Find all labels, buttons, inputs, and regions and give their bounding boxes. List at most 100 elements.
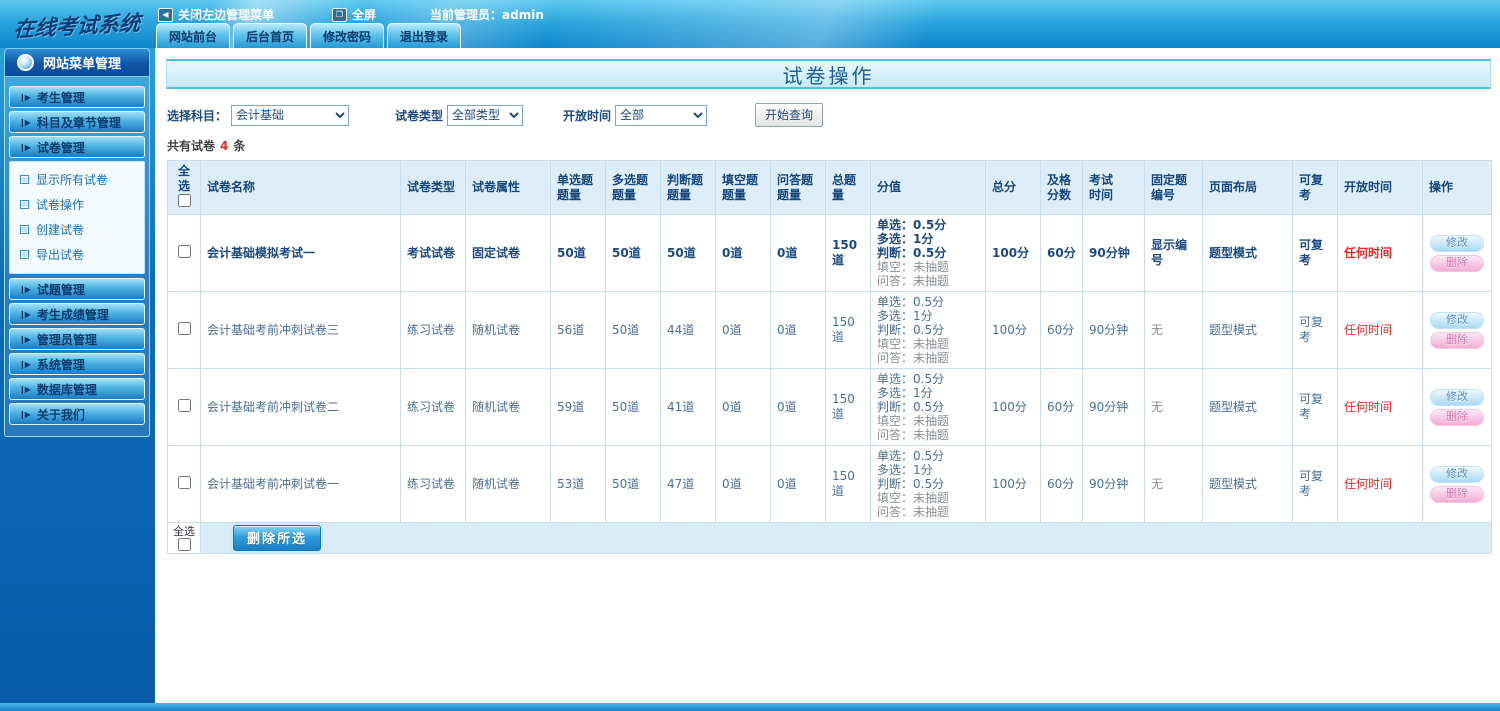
score-line: 判断：0.5分 — [877, 246, 947, 260]
open-time: 任何时间 — [1337, 368, 1423, 446]
cell-layout: 题型模式 — [1202, 368, 1293, 446]
sidebar-group-label: 关于我们 — [36, 407, 85, 422]
delete-button[interactable]: 删除 — [1430, 254, 1484, 272]
cell-total_q: 150道 — [825, 291, 871, 369]
table-footer-row: 全选 删除所选 — [167, 522, 1492, 554]
row-checkbox[interactable] — [177, 475, 191, 489]
score-line: 填空：未抽题 — [877, 414, 950, 428]
play-icon: ❙▶ — [19, 142, 31, 152]
fullscreen-icon: ❐ — [332, 7, 348, 22]
sidebar-group-4[interactable]: ❙▶ 考生成绩管理 — [9, 303, 145, 325]
open-time-select[interactable]: 全部 — [615, 104, 708, 126]
sidebar-subitem[interactable]: 创建试卷 — [20, 217, 144, 242]
edit-button[interactable]: 修改 — [1430, 388, 1484, 406]
page-title: 试卷操作 — [166, 59, 1491, 89]
paper-name: 会计基础考前冲刺试卷二 — [200, 368, 401, 446]
row-actions: 修改 删除 — [1422, 214, 1492, 292]
play-icon: ❙▶ — [19, 309, 31, 319]
cell-single: 59道 — [550, 368, 606, 446]
cell-time: 90分钟 — [1082, 445, 1145, 523]
close-left-menu-link[interactable]: ◀ 关闭左边管理菜单 — [158, 6, 274, 23]
select-all-checkbox[interactable] — [177, 194, 191, 207]
sidebar-submenu: 显示所有试卷 试卷操作 创建试卷 导出试卷 — [9, 161, 145, 274]
row-checkbox[interactable] — [177, 321, 191, 335]
score-line: 单选：0.5分 — [877, 449, 945, 463]
cell-retake: 可复考 — [1292, 214, 1338, 292]
score-line: 多选：1分 — [877, 463, 933, 477]
cell-total: 100分 — [985, 291, 1041, 369]
col-header-13: 考试 时间 — [1082, 160, 1145, 215]
cell-time: 90分钟 — [1082, 214, 1145, 292]
count-number: 4 — [220, 139, 229, 153]
admin-label: 当前管理员： — [430, 8, 503, 22]
list-square-icon — [20, 200, 29, 209]
sidebar-group-1[interactable]: ❙▶ 科目及章节管理 — [9, 111, 145, 133]
query-button[interactable]: 开始查询 — [755, 103, 824, 127]
row-actions: 修改 删除 — [1422, 368, 1492, 446]
current-admin: 当前管理员：admin — [430, 6, 544, 23]
cell-single: 50道 — [550, 214, 606, 292]
close-left-menu-label: 关闭左边管理菜单 — [178, 8, 275, 22]
count-prefix: 共有试卷 — [167, 139, 216, 153]
col-header-12: 及格 分数 — [1040, 160, 1083, 215]
sidebar-group-2[interactable]: ❙▶ 试卷管理 — [9, 136, 145, 158]
edit-button[interactable]: 修改 — [1430, 234, 1484, 252]
row-select-cell — [167, 291, 201, 369]
sidebar-group-label: 试题管理 — [36, 282, 85, 297]
edit-button[interactable]: 修改 — [1430, 465, 1484, 483]
tab-change-password[interactable]: 修改密码 — [310, 23, 385, 48]
cell-multi: 50道 — [605, 368, 661, 446]
edit-button[interactable]: 修改 — [1430, 311, 1484, 329]
row-checkbox[interactable] — [177, 244, 191, 258]
sidebar-group-8[interactable]: ❙▶ 关于我们 — [9, 403, 145, 425]
sidebar-subitem[interactable]: 试卷操作 — [20, 192, 144, 217]
delete-button[interactable]: 删除 — [1430, 408, 1484, 426]
sidebar-menu: ❙▶ 考生管理 ❙▶ 科目及章节管理 ❙▶ 试卷管理显示所有试卷 试卷操作 创建试卷 导出试卷 ❙… — [4, 77, 150, 437]
cell-fixed: 无 — [1144, 291, 1203, 369]
score-line: 多选：1分 — [877, 386, 933, 400]
fullscreen-link[interactable]: ❐ 全屏 — [332, 6, 376, 23]
cell-blank: 0道 — [715, 214, 771, 292]
tab-site-front[interactable]: 网站前台 — [156, 23, 231, 48]
score-line: 问答：未抽题 — [877, 428, 950, 442]
table-row-0: 会计基础模拟考试一 考试试卷 固定试卷 50道 50道 50道 0道 0道 150道 单选：0.5… — [167, 214, 1492, 292]
subject-select[interactable]: 会计基础 — [231, 104, 350, 126]
sidebar-group-7[interactable]: ❙▶ 数据库管理 — [9, 378, 145, 400]
sidebar-subitem[interactable]: 导出试卷 — [20, 242, 144, 267]
play-icon: ❙▶ — [19, 409, 31, 419]
sidebar-group-5[interactable]: ❙▶ 管理员管理 — [9, 328, 145, 350]
cell-qa: 0道 — [770, 214, 826, 292]
col-header-3: 试卷属性 — [465, 160, 551, 215]
select-all-label: 全选 — [177, 164, 190, 193]
footer-select-all-checkbox[interactable] — [177, 537, 191, 551]
sidebar-group-0[interactable]: ❙▶ 考生管理 — [9, 86, 145, 108]
col-header-5: 多选题 题量 — [605, 160, 661, 215]
cell-qa: 0道 — [770, 291, 826, 369]
score-breakdown: 单选：0.5分 多选：1分 判断：0.5分 填空：未抽题 问答：未抽题 — [870, 445, 986, 523]
play-icon: ❙▶ — [19, 334, 31, 344]
subject-filter-label: 选择科目： — [167, 108, 228, 123]
sidebar-group-6[interactable]: ❙▶ 系统管理 — [9, 353, 145, 375]
cell-total: 100分 — [985, 368, 1041, 446]
row-checkbox[interactable] — [177, 398, 191, 412]
cell-fixed: 无 — [1144, 368, 1203, 446]
cell-retake: 可复考 — [1292, 291, 1338, 369]
tab-logout[interactable]: 退出登录 — [387, 23, 462, 48]
cell-judge: 50道 — [660, 214, 716, 292]
topbar: 在线考试系统 ◀ 关闭左边管理菜单 ❐ 全屏 当前管理员：admin 网站前台 … — [0, 0, 1500, 48]
delete-selected-button[interactable]: 删除所选 — [233, 525, 322, 551]
tab-admin-home[interactable]: 后台首页 — [233, 23, 308, 48]
cell-total: 100分 — [985, 214, 1041, 292]
col-header-17: 开放时间 — [1337, 160, 1423, 215]
sidebar-group-3[interactable]: ❙▶ 试题管理 — [9, 278, 145, 300]
paper-type-select[interactable]: 全部类型 — [447, 104, 524, 126]
cell-layout: 题型模式 — [1202, 214, 1293, 292]
score-line: 判断：0.5分 — [877, 323, 945, 337]
cell-qa: 0道 — [770, 368, 826, 446]
delete-button[interactable]: 删除 — [1430, 331, 1484, 349]
delete-button[interactable]: 删除 — [1430, 485, 1484, 503]
sidebar-subitem[interactable]: 显示所有试卷 — [20, 167, 144, 192]
open-time-filter-label: 开放时间 — [563, 108, 612, 123]
cell-layout: 题型模式 — [1202, 291, 1293, 369]
footer-select-all-cell: 全选 — [167, 522, 201, 554]
